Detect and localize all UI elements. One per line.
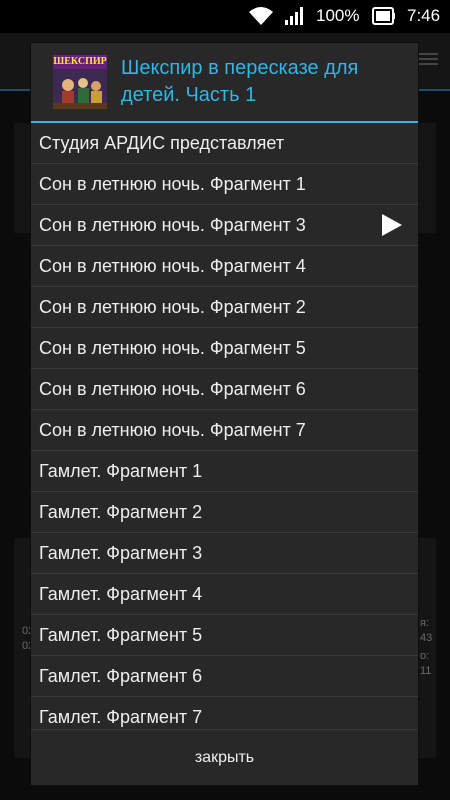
- track-item[interactable]: Сон в летнюю ночь. Фрагмент 6: [31, 369, 418, 410]
- menu-icon: [418, 53, 438, 65]
- track-label: Сон в летнюю ночь. Фрагмент 3: [39, 215, 306, 235]
- background-text: 11: [420, 665, 432, 677]
- track-label: Гамлет. Фрагмент 4: [39, 584, 203, 604]
- track-list[interactable]: Студия АРДИС представляет Сон в летнюю но…: [31, 123, 418, 728]
- background-text: о:: [420, 650, 430, 662]
- dialog-title: Шекспир в пересказе для детей. Часть 1: [121, 57, 359, 106]
- background-text: я:: [420, 617, 430, 629]
- signal-icon: [285, 7, 303, 25]
- track-label: Сон в летнюю ночь. Фрагмент 4: [39, 256, 306, 276]
- playlist-dialog: ШЕКСПИР Шекспир в пересказе для детей. Ч…: [31, 43, 418, 785]
- track-item[interactable]: Сон в летнюю ночь. Фрагмент 2: [31, 287, 418, 328]
- book-cover-image: ШЕКСПИР: [53, 55, 107, 109]
- play-icon: [382, 214, 402, 236]
- track-label: Сон в летнюю ночь. Фрагмент 1: [39, 174, 306, 194]
- track-item[interactable]: Гамлет. Фрагмент 7: [31, 697, 418, 728]
- screen: 100% 7:46 02 02 я: 43 о: 11 ШЕКСПИР Шекс…: [0, 0, 450, 800]
- track-item[interactable]: Студия АРДИС представляет: [31, 123, 418, 164]
- track-item[interactable]: Сон в летнюю ночь. Фрагмент 4: [31, 246, 418, 287]
- track-label: Сон в летнюю ночь. Фрагмент 2: [39, 297, 306, 317]
- dialog-footer: закрыть: [31, 729, 418, 786]
- track-label: Сон в летнюю ночь. Фрагмент 6: [39, 379, 306, 399]
- track-label: Гамлет. Фрагмент 1: [39, 461, 203, 481]
- track-item[interactable]: Гамлет. Фрагмент 1: [31, 451, 418, 492]
- battery-percent: 100%: [316, 6, 360, 25]
- track-item[interactable]: Гамлет. Фрагмент 3: [31, 533, 418, 574]
- track-item[interactable]: Гамлет. Фрагмент 2: [31, 492, 418, 533]
- cover-title: ШЕКСПИР: [53, 56, 107, 67]
- track-item[interactable]: Сон в летнюю ночь. Фрагмент 3: [31, 205, 418, 246]
- clock: 7:46: [407, 6, 441, 25]
- track-label: Гамлет. Фрагмент 6: [39, 666, 203, 686]
- track-label: Гамлет. Фрагмент 2: [39, 502, 203, 522]
- track-label: Гамлет. Фрагмент 3: [39, 543, 203, 563]
- dialog-header: ШЕКСПИР Шекспир в пересказе для детей. Ч…: [31, 43, 418, 121]
- status-bar: 100% 7:46: [0, 0, 450, 33]
- track-label: Студия АРДИС представляет: [39, 133, 285, 153]
- track-item[interactable]: Гамлет. Фрагмент 5: [31, 615, 418, 656]
- track-label: Сон в летнюю ночь. Фрагмент 5: [39, 338, 306, 358]
- track-label: Гамлет. Фрагмент 5: [39, 625, 203, 645]
- background-text: 43: [420, 632, 433, 644]
- track-item[interactable]: Сон в летнюю ночь. Фрагмент 5: [31, 328, 418, 369]
- battery-icon: [372, 7, 395, 25]
- track-label: Гамлет. Фрагмент 7: [39, 707, 203, 727]
- track-item[interactable]: Гамлет. Фрагмент 6: [31, 656, 418, 697]
- track-label: Сон в летнюю ночь. Фрагмент 7: [39, 420, 306, 440]
- close-button[interactable]: закрыть: [31, 730, 418, 786]
- track-item[interactable]: Гамлет. Фрагмент 4: [31, 574, 418, 615]
- track-item[interactable]: Сон в летнюю ночь. Фрагмент 7: [31, 410, 418, 451]
- track-item[interactable]: Сон в летнюю ночь. Фрагмент 1: [31, 164, 418, 205]
- wifi-icon: [249, 7, 273, 25]
